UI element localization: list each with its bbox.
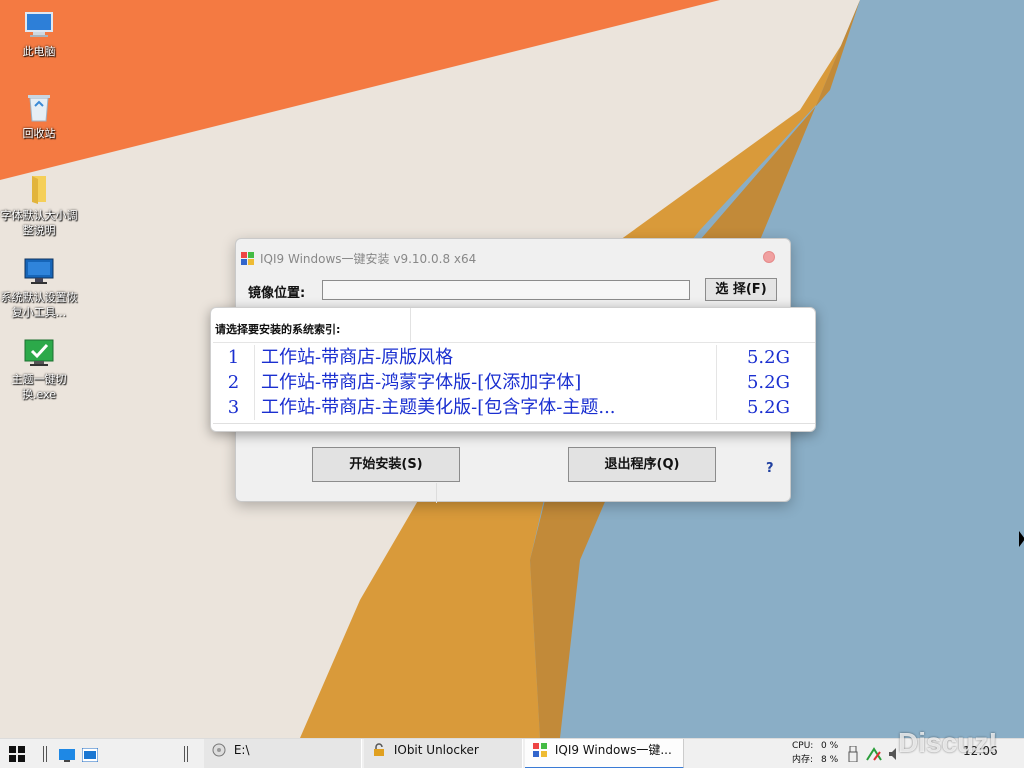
windows-start-icon [9, 746, 25, 762]
taskbar-separator [187, 746, 188, 762]
unlocker-icon [372, 742, 386, 756]
taskbar-separator [46, 746, 47, 762]
watermark: Discuz! [898, 727, 998, 758]
installer-icon [533, 742, 547, 757]
checkmark-app-icon [22, 336, 56, 370]
monitor-icon [22, 254, 56, 288]
start-button[interactable] [9, 746, 25, 766]
windows-logo-icon [241, 250, 254, 265]
memory-label: 内存: [792, 755, 814, 765]
taskbar-item-label: E:\ [233, 743, 250, 757]
drive-icon [212, 742, 226, 757]
usb-icon[interactable] [848, 745, 858, 766]
help-link[interactable]: ? [766, 461, 774, 476]
taskbar-separator [184, 746, 185, 762]
cpu-value: 0 % [821, 741, 839, 751]
index-selection-popup: 请选择要安装的系统索引: 1 工作站-带商店-原版风格 5.2G 2 工作站-带… [210, 307, 816, 432]
cpu-label: CPU: [792, 741, 814, 751]
image-path-input[interactable] [322, 280, 690, 300]
index-size: 5.2G [716, 395, 798, 420]
taskbar: E:\ IObit Unlocker IQI9 Windows一键... CPU… [0, 738, 1024, 768]
computer-icon [22, 8, 56, 42]
popup-header: 请选择要安装的系统索引: [211, 308, 411, 342]
index-size: 5.2G [716, 370, 798, 395]
list-item[interactable]: 2 工作站-带商店-鸿蒙字体版-[仅添加字体] 5.2G [213, 370, 815, 395]
desktop-icon-label: 主题一键切换.exe [11, 373, 67, 401]
close-button[interactable] [763, 251, 775, 263]
desktop-icon-this-pc[interactable]: 此电脑 [0, 8, 78, 59]
folder-icon [22, 172, 56, 206]
index-number: 2 [213, 370, 255, 395]
index-number: 1 [213, 345, 255, 370]
desktop-icon-label: 系统默认设置恢复小工具... [0, 291, 78, 319]
recycle-bin-icon [22, 90, 56, 124]
desktop-icon-font-guide[interactable]: 字体默认大小调整说明 [0, 172, 78, 238]
taskbar-item-installer[interactable]: IQI9 Windows一键... [525, 739, 684, 768]
list-item[interactable]: 3 工作站-带商店-主题美化版-[包含字体-主题... 5.2G [213, 395, 815, 420]
desktop-icon-restore-tool[interactable]: 系统默认设置恢复小工具... [0, 254, 78, 320]
index-size: 5.2G [716, 345, 798, 370]
taskbar-item-drive-e[interactable]: E:\ [204, 739, 362, 768]
mouse-cursor-icon [1019, 531, 1024, 547]
index-name: 工作站-带商店-鸿蒙字体版-[仅添加字体] [261, 372, 582, 393]
desktop-icon-theme-switch[interactable]: 主题一键切换.exe [0, 336, 78, 402]
start-install-button[interactable]: 开始安装(S) [312, 447, 460, 482]
taskbar-item-iobit[interactable]: IObit Unlocker [364, 739, 523, 768]
memory-value: 8 % [821, 755, 839, 765]
network-status-icon[interactable] [866, 746, 882, 766]
window-title: IQI9 Windows一键安装 v9.10.0.8 x64 [260, 252, 477, 266]
desktop-icon-recycle-bin[interactable]: 回收站 [0, 90, 78, 141]
exit-program-button[interactable]: 退出程序(Q) [568, 447, 716, 482]
list-item[interactable]: 1 工作站-带商店-原版风格 5.2G [213, 345, 815, 370]
index-prompt: 请选择要安装的系统索引: [215, 323, 341, 336]
index-number: 3 [213, 395, 255, 420]
network-manager-icon[interactable] [81, 747, 99, 766]
taskbar-item-label: IObit Unlocker [393, 743, 479, 757]
divider [436, 483, 437, 503]
index-name: 工作站-带商店-主题美化版-[包含字体-主题... [261, 397, 616, 418]
taskbar-separator [43, 746, 44, 762]
show-desktop-icon[interactable] [59, 747, 75, 766]
desktop-icon-label: 回收站 [22, 127, 56, 140]
taskbar-item-label: IQI9 Windows一键... [554, 743, 672, 757]
image-location-label: 镜像位置: [248, 286, 306, 301]
index-name: 工作站-带商店-原版风格 [261, 347, 454, 368]
select-image-button[interactable]: 选 择(F) [705, 278, 777, 301]
divider [213, 423, 815, 424]
index-list: 1 工作站-带商店-原版风格 5.2G 2 工作站-带商店-鸿蒙字体版-[仅添加… [213, 342, 815, 422]
desktop-icon-label: 字体默认大小调整说明 [0, 209, 78, 237]
desktop-icon-label: 此电脑 [22, 45, 56, 58]
